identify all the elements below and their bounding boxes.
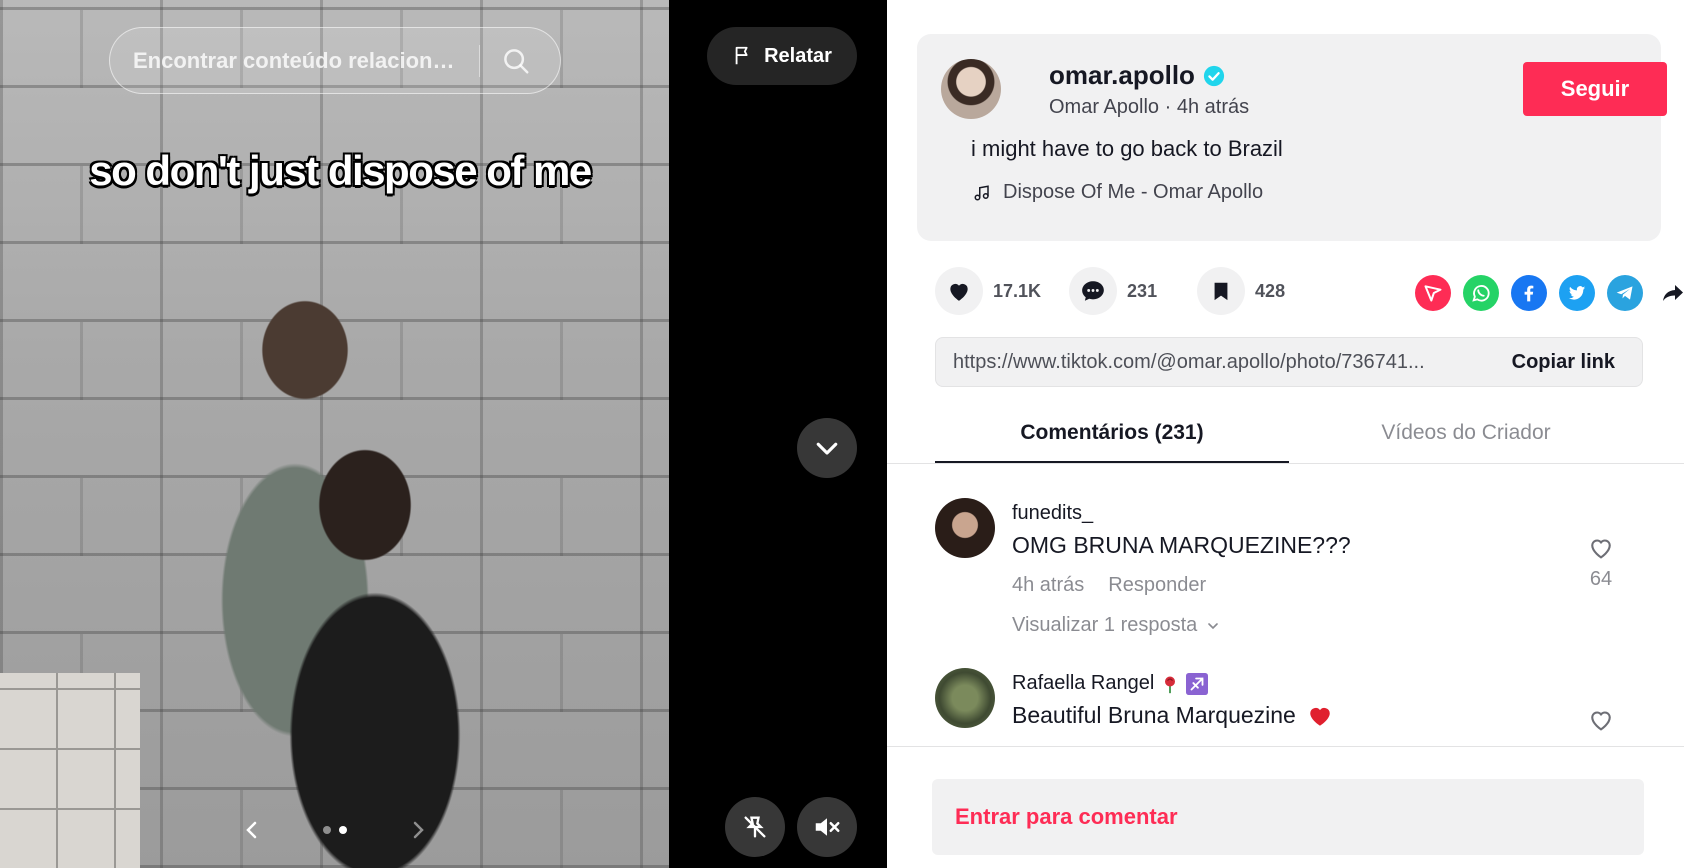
carousel-dot[interactable] — [323, 826, 331, 834]
carousel-dots — [323, 826, 347, 834]
photo-carousel-controls — [240, 815, 430, 845]
chevron-down-icon — [816, 442, 838, 455]
author-avatar[interactable] — [941, 59, 1001, 119]
comment-like-count: 64 — [1589, 568, 1613, 590]
app-root: so don't just dispose of me Encontrar co… — [0, 0, 1684, 868]
media-pane: so don't just dispose of me Encontrar co… — [0, 0, 887, 868]
mute-button[interactable] — [797, 797, 857, 857]
like-button[interactable] — [935, 267, 983, 315]
floating-player-button[interactable] — [725, 797, 785, 857]
panel-tabs: Comentários (231) Vídeos do Criador — [935, 412, 1643, 464]
login-to-comment-button[interactable]: Entrar para comentar — [932, 779, 1644, 855]
comment-like[interactable]: 64 — [1583, 534, 1619, 591]
post-description: i might have to go back to Brazil — [971, 136, 1283, 161]
copy-link-box: https://www.tiktok.com/@omar.apollo/phot… — [935, 337, 1643, 387]
post-photo[interactable]: so don't just dispose of me — [0, 0, 669, 868]
like-count: 17.1K — [993, 280, 1042, 301]
muted-speaker-icon — [815, 818, 840, 836]
author-subline: Omar Apollo · 4h atrás — [1049, 96, 1249, 119]
subline-separator: · — [1159, 96, 1177, 118]
search-button[interactable] — [498, 43, 534, 79]
flag-icon — [735, 46, 748, 65]
follow-button[interactable]: Seguir — [1523, 62, 1667, 116]
share-options — [1415, 275, 1684, 311]
commenter-username[interactable]: funedits_ — [1012, 502, 1093, 525]
commenter-username: Rafaella Rangel — [1012, 672, 1155, 694]
floor-tiles — [0, 673, 140, 868]
action-bar: 17.1K 231 428 — [935, 267, 1683, 315]
author-display-name: Omar Apollo — [1049, 96, 1160, 118]
heart-outline-icon — [1591, 539, 1611, 559]
comment-action[interactable]: 231 — [1069, 267, 1169, 315]
commenter-avatar[interactable] — [935, 498, 995, 558]
search-box[interactable]: Encontrar conteúdo relacionado — [109, 27, 561, 94]
red-heart-emoji-icon — [1310, 707, 1330, 726]
comment-meta: 4h atrás Responder — [1012, 574, 1206, 597]
commenter-avatar[interactable] — [935, 668, 995, 728]
bookmark-icon — [1214, 282, 1228, 301]
author-name-row: omar.apollo — [1049, 60, 1225, 91]
share-arrow-icon[interactable] — [1655, 275, 1684, 311]
facebook-icon[interactable] — [1511, 275, 1547, 311]
comment-like[interactable] — [1583, 706, 1619, 734]
music-note-icon — [974, 184, 989, 200]
search-input[interactable]: Encontrar conteúdo relacionado — [110, 48, 465, 74]
post-time: 4h atrás — [1176, 96, 1250, 118]
save-button[interactable] — [1197, 267, 1246, 315]
tab-comments[interactable]: Comentários (231) — [935, 412, 1289, 464]
save-count: 428 — [1255, 280, 1286, 301]
detail-panel: omar.apollo Omar Apollo · 4h atrás Segui… — [887, 0, 1684, 868]
comment-bar: Entrar para comentar — [887, 746, 1684, 868]
heart-outline-icon — [1591, 711, 1611, 731]
photo-figure — [215, 415, 535, 868]
save-action[interactable]: 428 — [1197, 267, 1297, 315]
heart-icon — [950, 283, 968, 301]
carousel-dot-active[interactable] — [339, 826, 347, 834]
view-replies-label: Visualizar 1 resposta — [1012, 614, 1198, 636]
report-label: Relatar — [764, 44, 832, 67]
like-action[interactable]: 17.1K — [935, 267, 1041, 315]
twitter-icon[interactable] — [1559, 275, 1595, 311]
photo-caption-overlay: so don't just dispose of me — [89, 147, 592, 194]
post-info-card: omar.apollo Omar Apollo · 4h atrás Segui… — [917, 34, 1667, 241]
comment-button[interactable] — [1069, 267, 1118, 315]
author-username[interactable]: omar.apollo — [1049, 60, 1195, 91]
whatsapp-icon[interactable] — [1463, 275, 1499, 311]
comment-count: 231 — [1127, 280, 1158, 301]
comment-text: OMG BRUNA MARQUEZINE??? — [1012, 532, 1351, 558]
chevron-down-icon — [1208, 622, 1219, 629]
comment-bubble-icon — [1082, 281, 1104, 301]
verified-badge-icon — [1203, 65, 1225, 86]
chevron-left-icon[interactable] — [240, 815, 264, 845]
comment-text-row: Beautiful Bruna Marquezine — [1012, 702, 1334, 729]
copy-link-button[interactable]: Copiar link — [1482, 351, 1642, 374]
post-url[interactable]: https://www.tiktok.com/@omar.apollo/phot… — [936, 351, 1482, 374]
tab-creator-videos[interactable]: Vídeos do Criador — [1289, 412, 1643, 464]
music-link[interactable]: Dispose Of Me - Omar Apollo — [973, 181, 1263, 204]
comment-time: 4h atrás — [1012, 574, 1085, 596]
sagittarius-emoji-icon — [1186, 672, 1209, 695]
reply-button[interactable]: Responder — [1108, 574, 1206, 597]
telegram-icon[interactable] — [1607, 275, 1643, 311]
view-replies-button[interactable]: Visualizar 1 resposta — [1012, 614, 1221, 637]
search-divider — [479, 44, 480, 77]
report-button[interactable]: Relatar — [707, 27, 857, 85]
music-title: Dispose Of Me - Omar Apollo — [1003, 181, 1264, 203]
chevron-right-icon[interactable] — [406, 815, 430, 845]
rose-emoji-icon — [1165, 676, 1176, 693]
commenter-name-row[interactable]: Rafaella Rangel — [1012, 672, 1209, 695]
search-icon — [504, 48, 529, 73]
next-video-button[interactable] — [797, 418, 857, 478]
unpin-icon — [744, 816, 766, 838]
comment-list[interactable]: funedits_ OMG BRUNA MARQUEZINE??? 4h atr… — [887, 464, 1684, 746]
share-red-icon[interactable] — [1415, 275, 1451, 311]
comment-text: Beautiful Bruna Marquezine — [1012, 702, 1296, 728]
